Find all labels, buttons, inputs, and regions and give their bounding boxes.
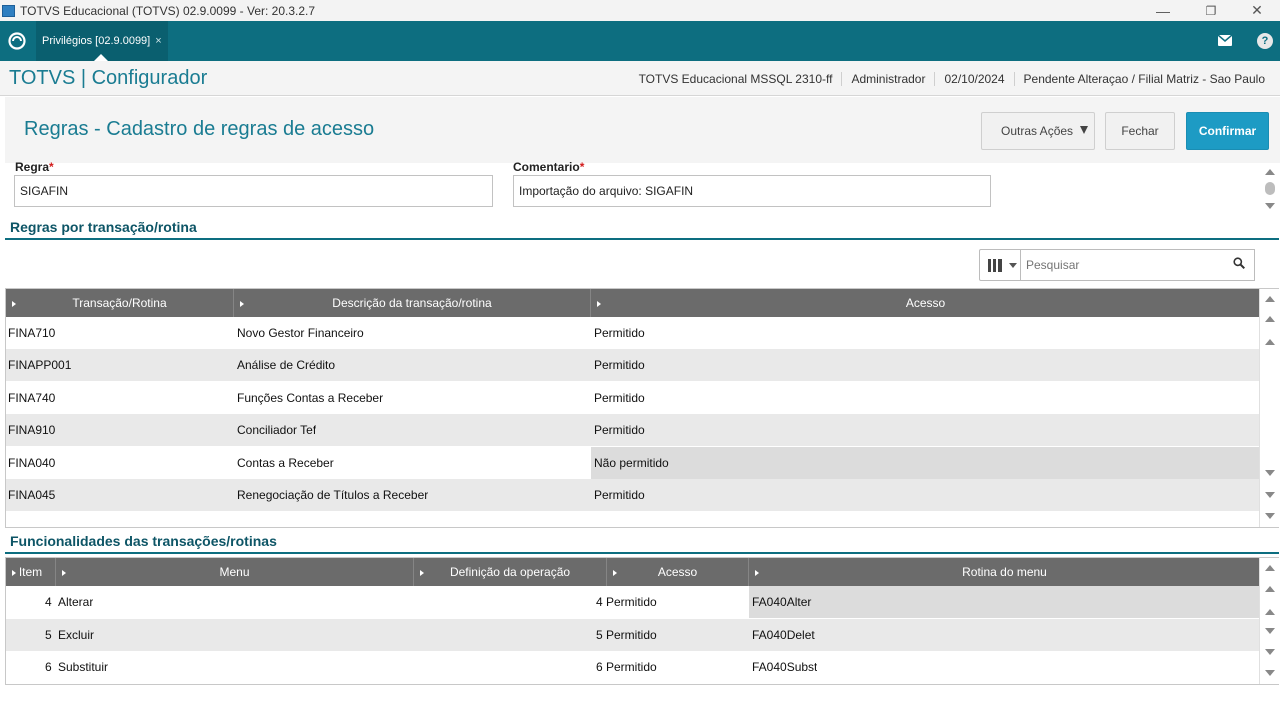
scroll-up-icon[interactable] (1265, 169, 1275, 175)
section-regras-title: Regras por transação/rotina (10, 219, 197, 235)
restore-button[interactable]: ❐ (1188, 0, 1234, 21)
funcionalidades-grid-scrollbar[interactable] (1259, 558, 1279, 684)
scroll-top-icon[interactable] (1265, 565, 1275, 571)
scroll-page-down-icon[interactable] (1265, 649, 1275, 655)
col-header-rotina[interactable]: Rotina do menu (749, 558, 1260, 586)
regra-label: Regra* (15, 160, 54, 174)
window-titlebar: TOTVS Educacional (TOTVS) 02.9.0099 - Ve… (0, 0, 1280, 21)
columns-button[interactable] (979, 249, 1021, 281)
col-header-acesso[interactable]: Acesso (591, 289, 1260, 317)
tab-privilegios[interactable]: Privilégios [02.9.0099] × (36, 21, 168, 61)
minimize-button[interactable]: — (1140, 0, 1186, 21)
scroll-page-up-icon[interactable] (1265, 586, 1275, 592)
table-row[interactable]: 5 Excluir 5 Permitido FA040Delet (6, 619, 1260, 651)
scroll-down-icon[interactable] (1265, 470, 1275, 476)
section-regras: Regras por transação/rotina (5, 218, 1279, 240)
app-header: TOTVS | Configurador TOTVS Educacional M… (0, 61, 1280, 96)
table-row[interactable]: FINA910 Conciliador Tef Permitido (6, 414, 1260, 446)
search-icon[interactable] (1233, 257, 1245, 269)
page-title: Regras - Cadastro de regras de acesso (24, 118, 375, 140)
tab-close-icon[interactable]: × (155, 35, 161, 47)
search-input[interactable] (1020, 249, 1255, 281)
regra-field[interactable]: SIGAFIN (14, 175, 493, 207)
tab-bar: Privilégios [02.9.0099] × ? (0, 21, 1280, 61)
totvs-logo-icon[interactable] (8, 32, 26, 50)
scroll-down-icon[interactable] (1265, 203, 1275, 209)
form-scrollbar[interactable] (1264, 163, 1276, 213)
page-header: Regras - Cadastro de regras de acesso Ou… (5, 97, 1280, 163)
session-info: TOTVS Educacional MSSQL 2310-ff Administ… (630, 61, 1274, 96)
scroll-bottom-icon[interactable] (1265, 670, 1275, 676)
window-title: TOTVS Educacional (TOTVS) 02.9.0099 - Ve… (20, 3, 316, 18)
tab-label: Privilégios [02.9.0099] (42, 35, 151, 47)
scroll-up-icon[interactable] (1265, 609, 1275, 615)
col-header-acesso[interactable]: Acesso (607, 558, 749, 586)
comentario-field[interactable]: Importação do arquivo: SIGAFIN (513, 175, 991, 207)
table-row[interactable]: FINA740 Funções Contas a Receber Permiti… (6, 382, 1260, 414)
help-icon[interactable]: ? (1257, 33, 1273, 49)
environment-info: TOTVS Educacional MSSQL 2310-ff (638, 71, 833, 86)
regras-grid: Transação/Rotina Descrição da transação/… (5, 288, 1279, 528)
table-row[interactable]: FINAPP001 Análise de Crédito Permitido (6, 349, 1260, 381)
mail-icon[interactable] (1217, 34, 1233, 46)
col-header-transacao[interactable]: Transação/Rotina (6, 289, 234, 317)
table-row[interactable]: 6 Substituir 6 Permitido FA040Subst (6, 651, 1260, 683)
funcionalidades-grid-header: Item Menu Definição da operação Acesso R… (6, 558, 1260, 586)
outras-acoes-label: Outras Ações (1001, 124, 1074, 138)
app-icon (2, 4, 15, 17)
scroll-top-icon[interactable] (1265, 296, 1275, 302)
col-header-descricao[interactable]: Descrição da transação/rotina (234, 289, 591, 317)
scroll-up-icon[interactable] (1265, 339, 1275, 345)
chevron-down-icon (1080, 126, 1088, 134)
comentario-label: Comentario* (513, 160, 585, 174)
table-row-selected[interactable]: FINA040 Contas a Receber Não permitido (6, 447, 1260, 479)
scroll-page-up-icon[interactable] (1265, 316, 1275, 322)
branch-info: Pendente Alteraçao / Filial Matriz - Sao… (1013, 71, 1274, 86)
date-info: 02/10/2024 (934, 71, 1013, 86)
regras-grid-header: Transação/Rotina Descrição da transação/… (6, 289, 1260, 317)
close-window-button[interactable]: ✕ (1234, 0, 1280, 21)
table-row[interactable]: FINA710 Novo Gestor Financeiro Permitido (6, 317, 1260, 349)
confirmar-button[interactable]: Confirmar (1186, 112, 1269, 150)
section-funcionalidades: Funcionalidades das transações/rotinas (5, 532, 1279, 554)
user-info: Administrador (841, 71, 934, 86)
scroll-thumb[interactable] (1265, 182, 1275, 195)
col-header-menu[interactable]: Menu (56, 558, 414, 586)
funcionalidades-grid: Item Menu Definição da operação Acesso R… (5, 557, 1279, 685)
section-funcionalidades-title: Funcionalidades das transações/rotinas (10, 533, 277, 549)
outras-acoes-button[interactable]: Outras Ações (981, 112, 1095, 150)
col-header-definicao[interactable]: Definição da operação (414, 558, 607, 586)
app-title: TOTVS | Configurador (9, 67, 208, 89)
columns-icon (988, 259, 1002, 272)
chevron-down-icon (1009, 263, 1017, 268)
scroll-bottom-icon[interactable] (1265, 513, 1275, 519)
tab-active-indicator (94, 54, 108, 61)
table-row-selected[interactable]: 4 Alterar 4 Permitido FA040Alter (6, 586, 1260, 618)
scroll-down-icon[interactable] (1265, 628, 1275, 634)
scroll-page-down-icon[interactable] (1265, 492, 1275, 498)
fechar-button[interactable]: Fechar (1105, 112, 1175, 150)
col-header-item[interactable]: Item (6, 558, 56, 586)
table-row[interactable]: FINA045 Renegociação de Títulos a Recebe… (6, 479, 1260, 511)
regras-grid-scrollbar[interactable] (1259, 289, 1279, 527)
